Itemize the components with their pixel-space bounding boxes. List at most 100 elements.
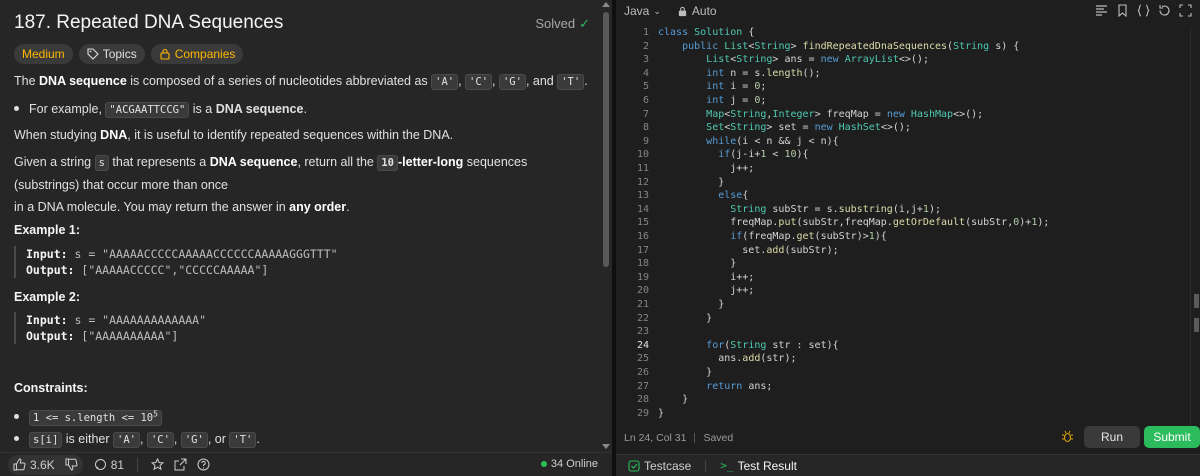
code-line[interactable]: 22 }	[616, 312, 1190, 326]
comments-button[interactable]: 81	[89, 455, 129, 475]
editor-toolbar: Java ⌄ Auto	[616, 0, 1200, 22]
tag-row: Medium Topics Companies	[14, 44, 244, 64]
topics-tag[interactable]: Topics	[78, 44, 145, 64]
code-line[interactable]: 12 }	[616, 176, 1190, 190]
scroll-marker	[1194, 318, 1199, 332]
line-number: 26	[636, 367, 649, 378]
code-line[interactable]: 8 Set<String> set = new HashSet<>();	[616, 121, 1190, 135]
code-line[interactable]: 28 }	[616, 393, 1190, 407]
solved-badge: Solved ✓	[535, 16, 590, 32]
code-line[interactable]: 11 j++;	[616, 162, 1190, 176]
dislike-button[interactable]	[59, 454, 83, 475]
difficulty-tag[interactable]: Medium	[14, 44, 73, 64]
chevron-down-icon: ⌄	[653, 5, 661, 16]
submit-button[interactable]: Submit	[1144, 426, 1200, 448]
scrollbar-thumb[interactable]	[603, 12, 609, 267]
code-text: }	[658, 312, 713, 324]
line-number: 19	[636, 271, 649, 283]
code-line[interactable]: 13 else{	[616, 189, 1190, 203]
code-text: set.add(subStr);	[658, 244, 839, 256]
format-icon[interactable]	[1095, 4, 1108, 17]
reset-icon[interactable]	[1158, 4, 1171, 17]
debug-button[interactable]	[1061, 430, 1074, 448]
code-line[interactable]: 16 if(freqMap.get(subStr)>1){	[616, 230, 1190, 244]
editor-scrollbar[interactable]	[1190, 26, 1200, 428]
code-line[interactable]: 26 }	[616, 366, 1190, 380]
code-text: Set<String> set = new HashSet<>();	[706, 122, 911, 134]
code-text: while(i < n && j < n){	[706, 135, 839, 147]
code-line[interactable]: 18 }	[616, 257, 1190, 271]
code-line[interactable]: 7 Map<String,Integer> freqMap = new Hash…	[616, 108, 1190, 122]
comment-count: 81	[110, 457, 125, 472]
run-button[interactable]: Run	[1084, 426, 1140, 448]
code-line[interactable]: 10 if(j-i+1 < 10){	[616, 148, 1190, 162]
code-line[interactable]: 5 int i = 0;	[616, 80, 1190, 94]
code-text: class Solution {	[658, 27, 755, 38]
line-number: 21	[636, 299, 649, 310]
constraint-item: 1 <= s.length <= 105	[14, 403, 162, 429]
code-text: }	[658, 258, 737, 270]
fullscreen-icon[interactable]	[1179, 4, 1192, 17]
code-text: if(freqMap.get(subStr)>1){	[730, 231, 887, 242]
code-line[interactable]: 9 while(i < n && j < n){	[616, 135, 1190, 149]
code-line[interactable]: 6 int j = 0;	[616, 94, 1190, 108]
language-select[interactable]: Java ⌄	[624, 4, 661, 18]
code-line[interactable]: 29}	[616, 407, 1190, 421]
code-text: j++;	[658, 285, 755, 297]
tab-testcase[interactable]: Testcase	[624, 455, 695, 476]
code-line[interactable]: 27 return ans;	[616, 380, 1190, 394]
code-line[interactable]: 25 ans.add(str);	[616, 352, 1190, 366]
star-icon	[151, 458, 165, 471]
line-number: 15	[636, 217, 649, 229]
code-text: return ans;	[706, 380, 773, 392]
code-line[interactable]: 4 int n = s.length();	[616, 67, 1190, 81]
constraint-item: s[i] is either 'A', 'C', 'G', or 'T'.	[14, 428, 260, 451]
bug-icon	[1062, 430, 1073, 443]
code-line[interactable]: 17 set.add(subStr);	[616, 244, 1190, 258]
code-line[interactable]: 20 j++;	[616, 284, 1190, 298]
online-count: 34 Online	[550, 458, 598, 470]
scroll-up-arrow-icon[interactable]	[602, 2, 610, 7]
code-text: String subStr = s.substring(i,j+1);	[730, 203, 941, 215]
line-number: 24	[636, 339, 649, 351]
favorite-button[interactable]	[146, 455, 169, 475]
description-paragraph: When studying DNA, it is useful to ident…	[14, 128, 454, 142]
auto-label: Auto	[691, 4, 717, 18]
tab-test-result[interactable]: >_ Test Result	[716, 455, 801, 476]
code-editor-panel: Java ⌄ Auto 1 class Solution {2 public Li…	[616, 0, 1200, 476]
code-line[interactable]: 3 List<String> ans = new ArrayList<>();	[616, 53, 1190, 67]
code-line[interactable]: 14 String subStr = s.substring(i,j+1);	[616, 203, 1190, 217]
language-label: Java	[624, 4, 650, 18]
online-dot-icon	[540, 461, 547, 467]
code-area[interactable]: 1 class Solution {2 public List<String> f…	[616, 26, 1190, 428]
like-button[interactable]: 3.6K	[8, 454, 60, 475]
code-text: }	[658, 407, 665, 419]
description-paragraph: The DNA sequence is composed of a series…	[14, 74, 588, 90]
example-2-box: Input: s = "AAAAAAAAAAAAA" Output: ["AAA…	[14, 312, 594, 344]
thumbs-down-icon	[65, 458, 78, 471]
comment-icon	[94, 459, 106, 470]
code-text: public List<String> findRepeatedDnaSeque…	[682, 40, 1020, 52]
line-number: 4	[642, 67, 649, 79]
bookmark-icon[interactable]	[1116, 4, 1129, 17]
line-number: 8	[642, 122, 649, 134]
auto-mode-toggle[interactable]: Auto	[677, 4, 717, 18]
description-scrollbar[interactable]	[600, 0, 612, 452]
help-button[interactable]	[192, 455, 215, 475]
code-line[interactable]: 21 }	[616, 298, 1190, 312]
code-line[interactable]: 1 class Solution {	[616, 26, 1190, 40]
online-status: 34 Online	[540, 458, 598, 470]
braces-icon[interactable]	[1137, 4, 1150, 17]
code-line[interactable]: 24 for(String str : set){	[616, 339, 1190, 353]
line-number: 18	[636, 258, 649, 270]
scroll-down-arrow-icon[interactable]	[602, 444, 610, 449]
problem-title[interactable]: 187. Repeated DNA Sequences	[14, 12, 283, 33]
code-line[interactable]: 23	[616, 325, 1190, 339]
line-number: 6	[642, 95, 649, 106]
code-line[interactable]: 2 public List<String> findRepeatedDnaSeq…	[616, 40, 1190, 54]
code-line[interactable]: 19 i++;	[616, 271, 1190, 285]
code-line[interactable]: 15 freqMap.put(subStr,freqMap.getOrDefau…	[616, 216, 1190, 230]
share-button[interactable]	[169, 455, 192, 475]
save-status: Saved	[703, 432, 734, 444]
companies-tag[interactable]: Companies	[150, 44, 244, 64]
